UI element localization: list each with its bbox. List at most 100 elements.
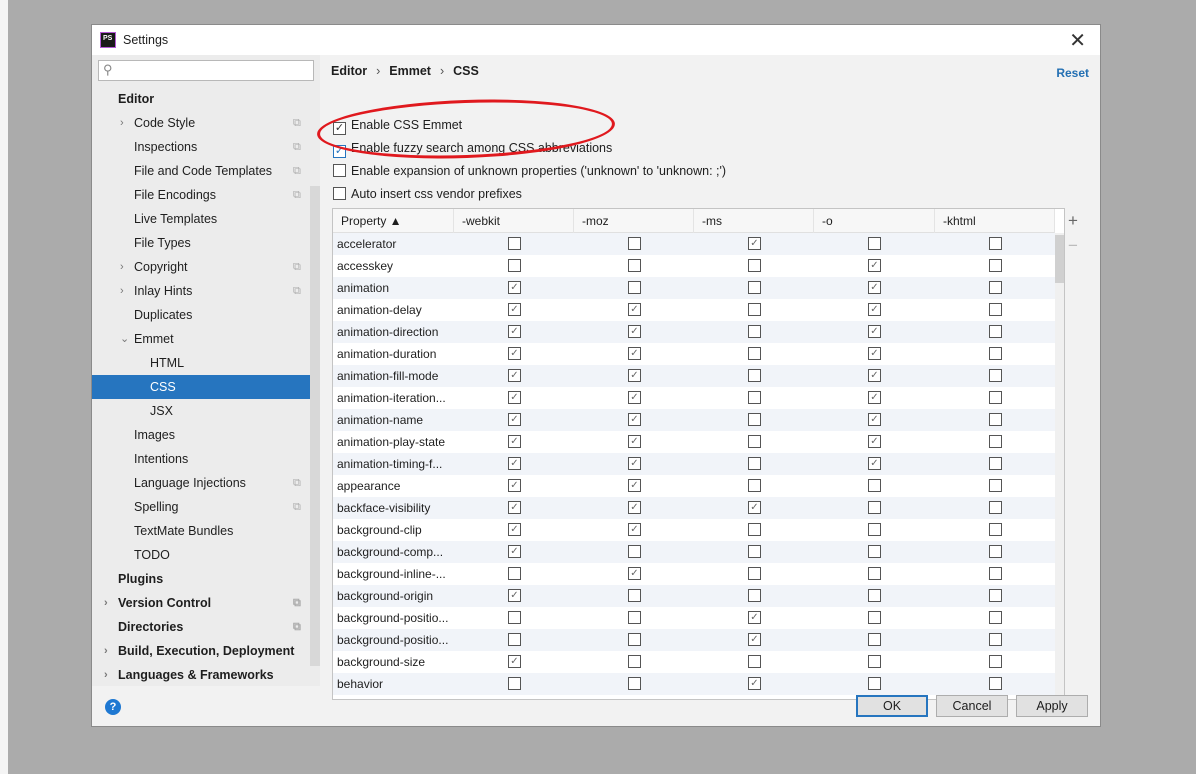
prefix-checkbox-moz[interactable] <box>628 479 641 492</box>
property-name[interactable]: background-origin <box>337 589 433 603</box>
prefix-checkbox-ms[interactable] <box>748 633 761 646</box>
prefix-checkbox-webkit[interactable] <box>508 567 521 580</box>
prefix-checkbox-o[interactable] <box>868 589 881 602</box>
option-checkbox[interactable]: Enable CSS Emmet <box>333 117 462 135</box>
prefix-checkbox-khtml[interactable] <box>989 435 1002 448</box>
column-header[interactable]: -khtml <box>935 209 1055 233</box>
reset-link[interactable]: Reset <box>1056 66 1089 80</box>
breadcrumb-item[interactable]: Emmet <box>389 64 431 78</box>
prefix-checkbox-o[interactable] <box>868 479 881 492</box>
column-header[interactable]: -o <box>814 209 935 233</box>
option-checkbox[interactable]: Enable fuzzy search among CSS abbreviati… <box>333 140 612 158</box>
breadcrumb-item[interactable]: Editor <box>331 64 367 78</box>
prefix-checkbox-webkit[interactable] <box>508 391 521 404</box>
prefix-checkbox-khtml[interactable] <box>989 413 1002 426</box>
sidebar-scrollbar[interactable] <box>310 186 320 666</box>
prefix-checkbox-ms[interactable] <box>748 325 761 338</box>
prefix-checkbox-o[interactable] <box>868 413 881 426</box>
prefix-checkbox-khtml[interactable] <box>989 259 1002 272</box>
sidebar-item-live-templates[interactable]: Live Templates <box>92 207 320 231</box>
sidebar-item-version-control[interactable]: › Version Control ⧉ <box>92 591 320 615</box>
prefix-checkbox-o[interactable] <box>868 633 881 646</box>
sidebar-item-plugins[interactable]: Plugins <box>92 567 320 591</box>
prefix-checkbox-o[interactable] <box>868 545 881 558</box>
property-name[interactable]: background-positio... <box>337 633 448 647</box>
prefix-checkbox-webkit[interactable] <box>508 633 521 646</box>
column-header[interactable]: Property ▲ <box>333 209 454 233</box>
property-name[interactable]: animation-fill-mode <box>337 369 438 383</box>
prefix-checkbox-webkit[interactable] <box>508 523 521 536</box>
property-name[interactable]: animation-name <box>337 413 423 427</box>
prefix-checkbox-o[interactable] <box>868 523 881 536</box>
prefix-checkbox-moz[interactable] <box>628 259 641 272</box>
prefix-checkbox-moz[interactable] <box>628 391 641 404</box>
property-name[interactable]: accelerator <box>337 237 396 251</box>
property-name[interactable]: appearance <box>337 479 400 493</box>
prefix-checkbox-moz[interactable] <box>628 347 641 360</box>
prefix-checkbox-khtml[interactable] <box>989 589 1002 602</box>
prefix-checkbox-ms[interactable] <box>748 567 761 580</box>
prefix-checkbox-khtml[interactable] <box>989 479 1002 492</box>
prefix-checkbox-webkit[interactable] <box>508 369 521 382</box>
search-input[interactable]: ⚲ <box>98 60 314 81</box>
prefix-checkbox-khtml[interactable] <box>989 523 1002 536</box>
sidebar-item-file-types[interactable]: File Types <box>92 231 320 255</box>
sidebar-item-inlay-hints[interactable]: › Inlay Hints ⧉ <box>92 279 320 303</box>
sidebar-item-code-style[interactable]: › Code Style ⧉ <box>92 111 320 135</box>
prefix-checkbox-webkit[interactable] <box>508 677 521 690</box>
prefix-checkbox-o[interactable] <box>868 369 881 382</box>
prefix-checkbox-khtml[interactable] <box>989 655 1002 668</box>
sidebar-item-css[interactable]: CSS <box>92 375 320 399</box>
prefix-checkbox-moz[interactable] <box>628 545 641 558</box>
prefix-checkbox-o[interactable] <box>868 655 881 668</box>
property-name[interactable]: background-size <box>337 655 425 669</box>
prefix-checkbox-ms[interactable] <box>748 655 761 668</box>
add-row-button[interactable]: + <box>1068 211 1078 231</box>
prefix-checkbox-khtml[interactable] <box>989 303 1002 316</box>
prefix-checkbox-moz[interactable] <box>628 281 641 294</box>
prefix-checkbox-khtml[interactable] <box>989 391 1002 404</box>
prefix-checkbox-webkit[interactable] <box>508 347 521 360</box>
prefix-checkbox-moz[interactable] <box>628 567 641 580</box>
prefix-checkbox-moz[interactable] <box>628 237 641 250</box>
prefix-checkbox-webkit[interactable] <box>508 413 521 426</box>
prefix-checkbox-khtml[interactable] <box>989 237 1002 250</box>
prefix-checkbox-moz[interactable] <box>628 611 641 624</box>
prefix-checkbox-o[interactable] <box>868 325 881 338</box>
property-name[interactable]: background-clip <box>337 523 422 537</box>
prefix-checkbox-moz[interactable] <box>628 501 641 514</box>
sidebar-item-languages-frameworks[interactable]: › Languages & Frameworks <box>92 663 320 687</box>
prefix-checkbox-ms[interactable] <box>748 501 761 514</box>
sidebar-item-spelling[interactable]: Spelling ⧉ <box>92 495 320 519</box>
prefix-checkbox-khtml[interactable] <box>989 567 1002 580</box>
property-name[interactable]: background-positio... <box>337 611 448 625</box>
prefix-checkbox-khtml[interactable] <box>989 457 1002 470</box>
prefix-checkbox-moz[interactable] <box>628 413 641 426</box>
property-name[interactable]: animation-direction <box>337 325 438 339</box>
prefix-checkbox-ms[interactable] <box>748 677 761 690</box>
property-name[interactable]: behavior <box>337 677 383 691</box>
sidebar-item-jsx[interactable]: JSX <box>92 399 320 423</box>
prefix-checkbox-ms[interactable] <box>748 369 761 382</box>
column-header[interactable]: -ms <box>694 209 814 233</box>
prefix-checkbox-moz[interactable] <box>628 633 641 646</box>
prefix-checkbox-ms[interactable] <box>748 523 761 536</box>
sidebar-item-editor[interactable]: Editor <box>92 87 320 111</box>
apply-button[interactable]: Apply <box>1016 695 1088 717</box>
sidebar-item-copyright[interactable]: › Copyright ⧉ <box>92 255 320 279</box>
prefix-checkbox-webkit[interactable] <box>508 303 521 316</box>
prefix-checkbox-o[interactable] <box>868 347 881 360</box>
prefix-checkbox-khtml[interactable] <box>989 325 1002 338</box>
prefix-checkbox-ms[interactable] <box>748 391 761 404</box>
property-name[interactable]: animation-duration <box>337 347 436 361</box>
column-header[interactable]: -webkit <box>454 209 574 233</box>
prefix-checkbox-o[interactable] <box>868 677 881 690</box>
sidebar-item-file-and-code-templates[interactable]: File and Code Templates ⧉ <box>92 159 320 183</box>
prefix-checkbox-khtml[interactable] <box>989 611 1002 624</box>
prefix-checkbox-webkit[interactable] <box>508 611 521 624</box>
prefix-checkbox-khtml[interactable] <box>989 501 1002 514</box>
close-button[interactable]: ✕ <box>1069 28 1086 53</box>
prefix-checkbox-webkit[interactable] <box>508 501 521 514</box>
prefix-checkbox-moz[interactable] <box>628 677 641 690</box>
property-name[interactable]: backface-visibility <box>337 501 430 515</box>
